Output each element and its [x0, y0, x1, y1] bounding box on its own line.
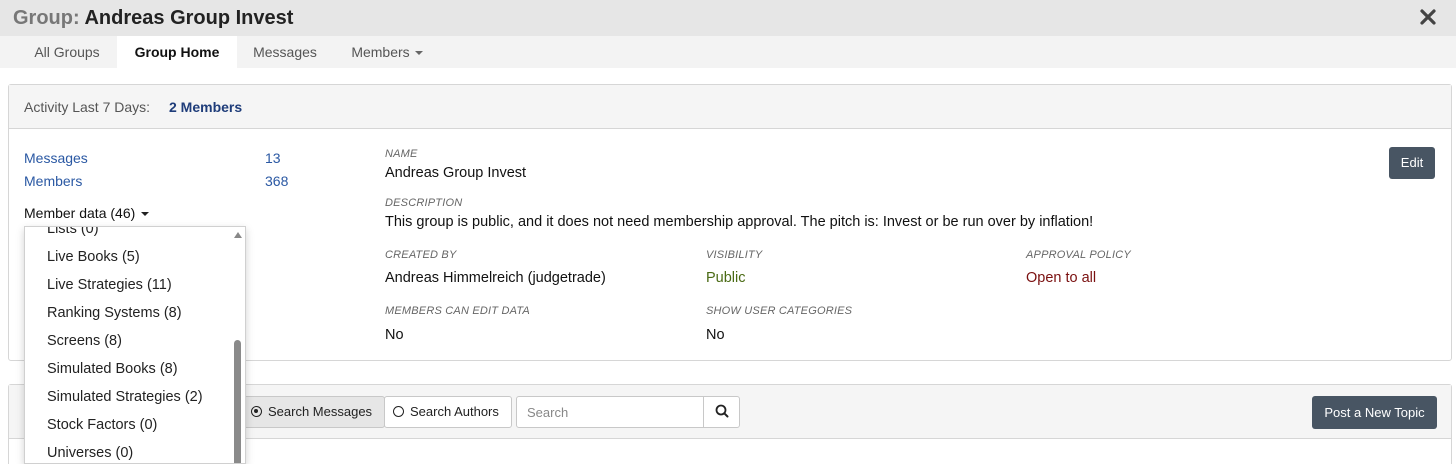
- title-bar: Group: Andreas Group Invest: [0, 0, 1456, 36]
- tab-label: All Groups: [34, 44, 100, 60]
- visibility-label: VISIBILITY: [706, 249, 763, 261]
- members-count[interactable]: 368: [265, 173, 288, 189]
- menu-item-screens[interactable]: Screens (8): [47, 333, 122, 349]
- name-value: Andreas Group Invest: [385, 165, 527, 181]
- close-icon[interactable]: [1418, 7, 1438, 27]
- member-data-label: Member data (46): [24, 205, 136, 221]
- approval-policy-label: APPROVAL POLICY: [1026, 249, 1131, 261]
- menu-item-universes[interactable]: Universes (0): [47, 445, 133, 461]
- search-authors-label: Search Authors: [410, 404, 499, 419]
- search-messages-radio[interactable]: Search Messages: [242, 396, 385, 428]
- tab-label: Group Home: [134, 44, 220, 60]
- members-edit-value: No: [385, 327, 404, 343]
- tab-bar: All Groups Group Home Messages Members: [0, 36, 1456, 68]
- show-categories-label: SHOW USER CATEGORIES: [706, 305, 853, 317]
- member-data-dropdown[interactable]: Member data (46): [24, 205, 150, 221]
- visibility-value: Public: [706, 270, 746, 286]
- search-button[interactable]: [703, 396, 740, 428]
- page-title: Group: Andreas Group Invest: [13, 7, 293, 30]
- activity-header: Activity Last 7 Days: 2 Members: [9, 85, 1451, 129]
- menu-item-simulated-books[interactable]: Simulated Books (8): [47, 361, 178, 377]
- name-label: NAME: [385, 148, 418, 160]
- radio-unselected-icon: [393, 406, 404, 417]
- approval-policy-value: Open to all: [1026, 270, 1097, 286]
- menu-item-live-books[interactable]: Live Books (5): [47, 249, 140, 265]
- members-link[interactable]: Members: [24, 173, 82, 189]
- caret-down-icon: [141, 212, 150, 217]
- tab-group-home[interactable]: Group Home: [117, 36, 237, 68]
- messages-count[interactable]: 13: [265, 150, 281, 166]
- menu-item-ranking-systems[interactable]: Ranking Systems (8): [47, 305, 182, 321]
- search-authors-radio[interactable]: Search Authors: [384, 396, 512, 428]
- menu-item-simulated-strategies[interactable]: Simulated Strategies (2): [47, 389, 203, 405]
- group-name-title: Andreas Group Invest: [84, 7, 294, 29]
- search-messages-label: Search Messages: [268, 404, 373, 419]
- members-edit-label: MEMBERS CAN EDIT DATA: [385, 305, 530, 317]
- search-icon: [715, 404, 729, 418]
- description-label: DESCRIPTION: [385, 197, 463, 209]
- tab-messages[interactable]: Messages: [237, 36, 333, 68]
- tab-all-groups[interactable]: All Groups: [18, 36, 116, 68]
- scrollbar-thumb[interactable]: [234, 340, 241, 463]
- caret-down-icon: [414, 51, 423, 56]
- search-input[interactable]: [516, 396, 704, 428]
- title-prefix: Group:: [13, 7, 80, 29]
- activity-count-link[interactable]: 2 Members: [169, 99, 242, 115]
- messages-link[interactable]: Messages: [24, 150, 88, 166]
- tab-label: Messages: [253, 44, 317, 60]
- menu-scrollbar[interactable]: [231, 227, 245, 463]
- tab-label: Members: [351, 44, 410, 60]
- post-new-topic-button[interactable]: Post a New Topic: [1312, 396, 1437, 429]
- menu-item-lists[interactable]: Lists (0): [47, 227, 99, 237]
- menu-item-live-strategies[interactable]: Live Strategies (11): [47, 277, 172, 293]
- created-by-label: CREATED BY: [385, 249, 457, 261]
- scroll-up-arrow-icon[interactable]: [234, 232, 242, 238]
- menu-item-stock-factors[interactable]: Stock Factors (0): [47, 417, 157, 433]
- radio-selected-icon: [251, 406, 262, 417]
- description-value: This group is public, and it does not ne…: [385, 214, 1094, 230]
- created-by-value: Andreas Himmelreich (judgetrade): [385, 270, 606, 286]
- edit-button[interactable]: Edit: [1389, 147, 1435, 179]
- member-data-menu: Lists (0) Live Books (5) Live Strategies…: [24, 226, 246, 464]
- tab-members[interactable]: Members: [336, 36, 438, 68]
- activity-label: Activity Last 7 Days:: [24, 99, 151, 115]
- show-categories-value: No: [706, 327, 725, 343]
